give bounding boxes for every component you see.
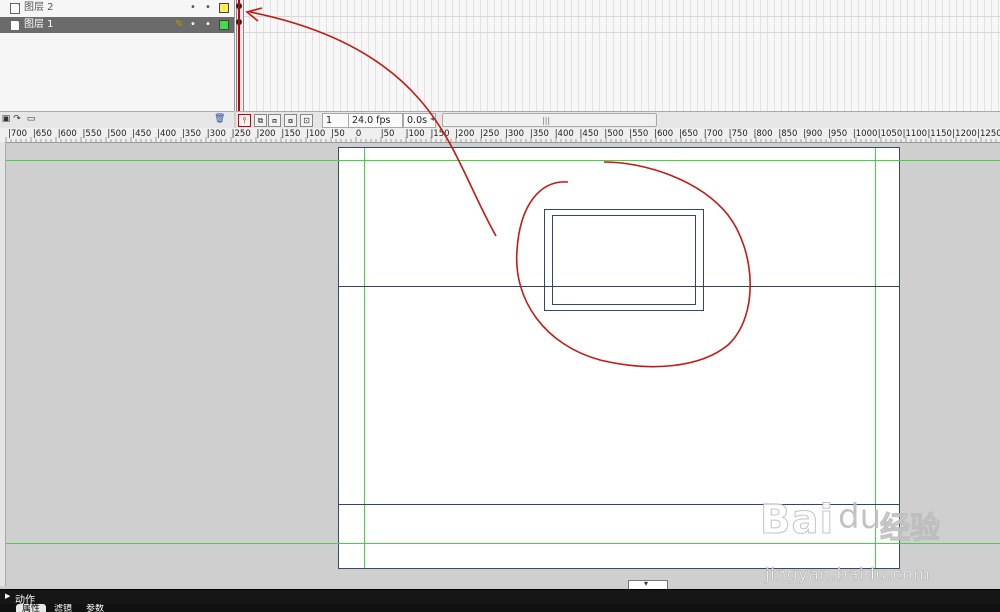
ruler-label: |1200: [952, 129, 977, 139]
pencil-icon: ✎: [175, 19, 184, 30]
ruler-label: |650: [32, 129, 52, 139]
tab-properties[interactable]: 属性: [16, 604, 46, 612]
motion-guide-icon[interactable]: ↷: [12, 114, 22, 124]
frame-row-layer-2[interactable]: [236, 0, 1000, 17]
insert-layer-icon[interactable]: ▣: [1, 114, 11, 124]
scroll-left-arrow[interactable]: ◂: [430, 114, 434, 123]
ruler-labels: |700 |650 |600 |550 |500 |450 |400 |350 |300 |250…: [0, 128, 1000, 142]
ruler-label: |900: [803, 129, 823, 139]
ruler-label: |1000: [852, 129, 878, 139]
tab-parameters[interactable]: 参数: [86, 604, 104, 612]
ruler-label: |600: [654, 129, 674, 139]
frame-rate-field[interactable]: 24.0 fps: [348, 113, 403, 128]
ruler-label: |950: [828, 129, 848, 139]
layer-row-2[interactable]: 图层 2 • •: [0, 0, 234, 16]
guide-horizontal-top[interactable]: [6, 160, 1000, 161]
chevron-down-icon: ▾: [644, 579, 649, 588]
layer-icon: [10, 20, 20, 31]
ruler-label: |1250: [977, 129, 1000, 139]
tab-filters[interactable]: 滤镜: [54, 604, 72, 612]
ruler-label: |500: [107, 129, 127, 139]
expand-arrow-icon[interactable]: ▶: [5, 592, 10, 600]
layer-name[interactable]: 图层 1: [24, 17, 54, 33]
paw-icon: du: [838, 497, 882, 537]
layer-row-1[interactable]: 图层 1 ✎ • •: [0, 17, 234, 33]
rectangle-inner[interactable]: [552, 215, 696, 305]
properties-panel-tabs: 属性 滤镜 参数: [0, 604, 1000, 612]
ruler-label: |50: [380, 129, 395, 139]
center-frame-icon[interactable]: ⫯: [238, 114, 251, 127]
ruler-label: |700: [8, 129, 28, 139]
playhead[interactable]: [238, 0, 240, 127]
frames-panel[interactable]: [236, 0, 1000, 111]
outline-color-swatch[interactable]: [219, 3, 229, 13]
ruler-label: |800: [753, 129, 773, 139]
stage-scroll-handle[interactable]: ▾: [628, 579, 668, 589]
ruler-label: |1150: [927, 129, 952, 139]
ruler-label: |300: [206, 129, 226, 139]
watermark-url: jingyan.baidu.com: [765, 565, 931, 586]
frames-toolbar: ⫯ ⧉ ⧈ ⧇ ⊡ 1 24.0 fps 0.0s ◂ |||: [236, 111, 1000, 128]
ruler-label: |350: [529, 129, 549, 139]
ruler-label: |100: [306, 129, 326, 139]
current-frame-field[interactable]: 1: [322, 113, 350, 128]
trash-icon[interactable]: 🗑: [214, 114, 225, 124]
ruler-label: |450: [579, 129, 599, 139]
onion-skin-icon[interactable]: ⧉: [254, 114, 267, 127]
layer-icon: [10, 3, 20, 14]
ruler-label: |650: [678, 129, 699, 139]
frame-row-layer-1[interactable]: [236, 16, 1000, 33]
baidu-watermark: Bai du 经验 jingyan.baidu.com: [759, 497, 1000, 592]
modify-onion-markers-icon[interactable]: ⊡: [300, 114, 313, 127]
ruler-label: |150: [430, 129, 450, 139]
layer-name[interactable]: 图层 2: [24, 0, 54, 16]
ruler-label: |50: [331, 129, 345, 139]
visibility-dot[interactable]: •: [190, 17, 196, 33]
timeline-panel: 图层 2 • • 图层 1 ✎ • •: [0, 0, 1000, 111]
ruler-label: |850: [778, 129, 798, 139]
ruler-label: |150: [281, 129, 301, 139]
onion-skin-outline-icon[interactable]: ⧈: [268, 114, 281, 127]
ruler-label: |500: [604, 129, 624, 139]
ruler-label: |250: [231, 129, 251, 139]
horizontal-ruler: |700 |650 |600 |550 |500 |450 |400 |350 |300 |250…: [0, 128, 1000, 143]
ruler-label: |100: [405, 129, 425, 139]
edit-multiple-frames-icon[interactable]: ⧇: [284, 114, 297, 127]
watermark-logo: Bai: [759, 497, 835, 544]
ruler-label: |1050: [877, 129, 903, 139]
ruler-label: |200: [455, 129, 475, 139]
ruler-label: |200: [256, 129, 276, 139]
layers-toolbar: ▣ ↷ ▭ 🗑: [0, 111, 234, 128]
scroll-grip[interactable]: |||: [542, 116, 550, 125]
lock-dot[interactable]: •: [205, 0, 211, 16]
ruler-label: |350: [181, 129, 202, 139]
ruler-label: |550: [629, 129, 649, 139]
rectangle-outer[interactable]: [544, 209, 704, 311]
ruler-label: |550: [82, 129, 102, 139]
ruler-label: |1100: [902, 129, 928, 139]
ruler-label: |600: [57, 129, 77, 139]
ruler-label: |450: [132, 129, 152, 139]
ruler-label: |400: [157, 129, 177, 139]
insert-folder-icon[interactable]: ▭: [26, 114, 36, 124]
watermark-chinese: 经验: [880, 511, 941, 547]
ruler-label: |400: [554, 129, 574, 139]
guide-vertical-left[interactable]: [364, 148, 365, 568]
ruler-label: 0: [355, 129, 362, 139]
ruler-label: |700: [703, 129, 723, 139]
lock-dot[interactable]: •: [205, 17, 211, 33]
outline-color-swatch[interactable]: [219, 20, 229, 30]
ruler-label: |300: [505, 129, 525, 139]
timeline-horizontal-scrollbar[interactable]: |||: [442, 113, 657, 127]
visibility-dot[interactable]: •: [190, 0, 196, 16]
layers-panel: 图层 2 • • 图层 1 ✎ • •: [0, 0, 235, 111]
ruler-label: |250: [480, 129, 500, 139]
ruler-label: |750: [728, 129, 748, 139]
